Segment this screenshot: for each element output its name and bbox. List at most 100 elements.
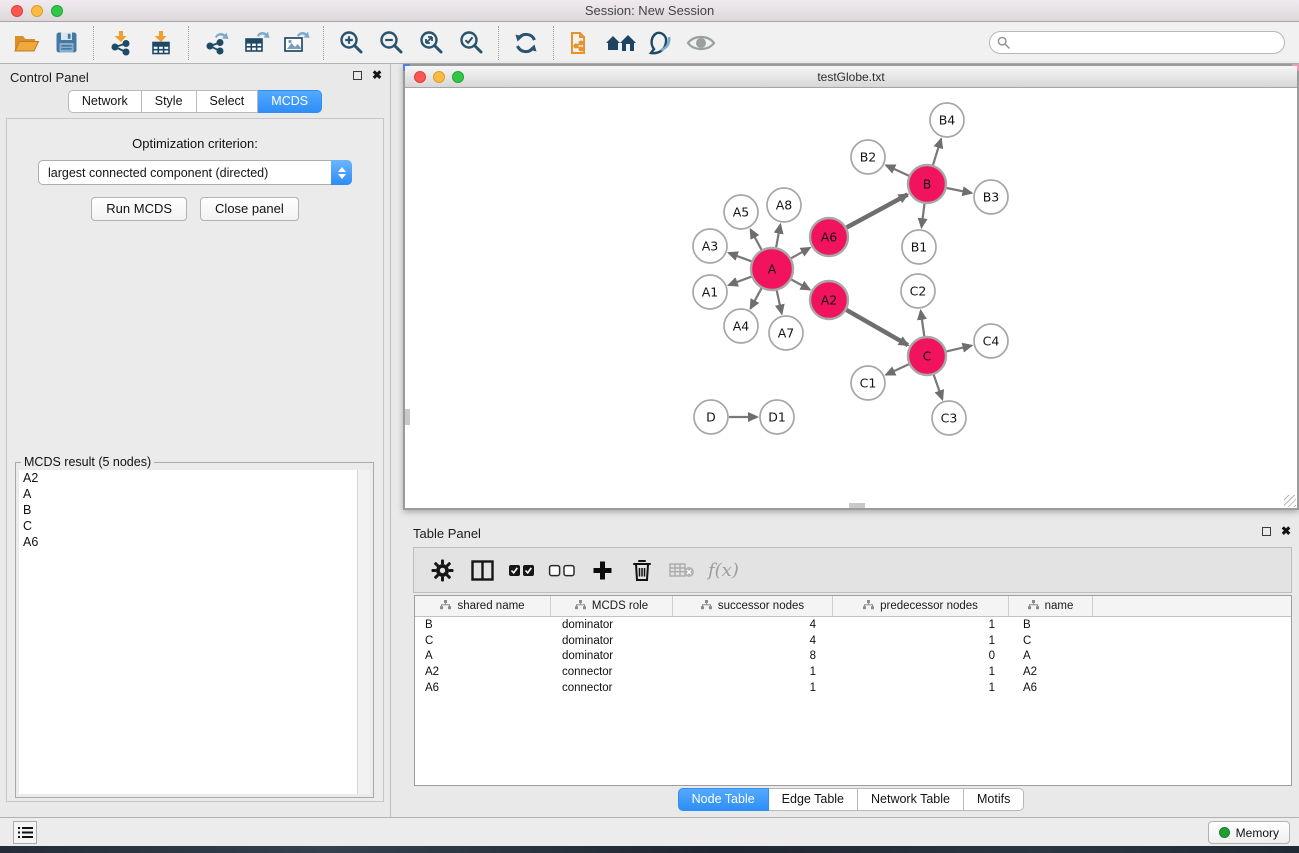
tab-network-table[interactable]: Network Table: [858, 788, 964, 811]
column-browser-icon[interactable]: [464, 553, 500, 587]
result-item[interactable]: A: [19, 486, 370, 502]
table-cell[interactable]: dominator: [551, 619, 673, 631]
edge-C-C3[interactable]: [934, 375, 943, 399]
table-cell[interactable]: B: [415, 619, 551, 631]
column-header-shared-name[interactable]: shared name: [415, 596, 551, 616]
table-row[interactable]: A2connector11A2: [415, 664, 1291, 680]
close-table-panel-icon[interactable]: ✖: [1281, 526, 1291, 537]
node-A1[interactable]: A1: [693, 275, 727, 309]
edge-A-A7[interactable]: [777, 291, 782, 314]
node-A5[interactable]: A5: [724, 195, 758, 229]
node-A6[interactable]: A6: [810, 218, 848, 256]
node-C[interactable]: C: [908, 337, 946, 375]
table-cell[interactable]: C: [1009, 635, 1093, 647]
home-ndex-icon[interactable]: [604, 26, 638, 60]
table-cell[interactable]: C: [415, 635, 551, 647]
node-C3[interactable]: C3: [932, 401, 966, 435]
edge-A2-C[interactable]: [846, 310, 908, 345]
edge-A-A5[interactable]: [751, 230, 762, 250]
tab-network[interactable]: Network: [68, 90, 142, 113]
table-cell[interactable]: connector: [551, 666, 673, 678]
node-D1[interactable]: D1: [760, 400, 794, 434]
table-cell[interactable]: B: [1009, 619, 1093, 631]
export-table-icon[interactable]: [239, 26, 273, 60]
table-cell[interactable]: 1: [833, 635, 1009, 647]
table-row[interactable]: Adominator80A: [415, 649, 1291, 665]
import-table-icon[interactable]: [144, 26, 178, 60]
add-column-icon[interactable]: [584, 553, 620, 587]
tab-mcds[interactable]: MCDS: [258, 90, 322, 113]
column-header-successor-nodes[interactable]: successor nodes: [673, 596, 833, 616]
node-C2[interactable]: C2: [901, 274, 935, 308]
table-cell[interactable]: 8: [673, 650, 833, 662]
close-panel-icon[interactable]: ✖: [372, 70, 382, 81]
table-cell[interactable]: 1: [673, 682, 833, 694]
tab-motifs[interactable]: Motifs: [964, 788, 1024, 811]
vertical-scrollbar[interactable]: [405, 409, 410, 425]
table-row[interactable]: Cdominator41C: [415, 633, 1291, 649]
float-panel-icon[interactable]: [353, 71, 362, 80]
edge-A-A8[interactable]: [776, 225, 780, 248]
edge-A-A2[interactable]: [791, 280, 809, 290]
network-document-icon[interactable]: [564, 26, 598, 60]
zoom-selected-icon[interactable]: [454, 26, 488, 60]
edge-A-A6[interactable]: [791, 248, 810, 258]
edge-C-C4[interactable]: [947, 346, 972, 352]
resize-grip[interactable]: [1284, 495, 1296, 507]
export-image-icon[interactable]: [279, 26, 313, 60]
optimization-criterion-dropdown[interactable]: largest connected component (directed): [38, 160, 352, 185]
result-item[interactable]: A6: [19, 534, 370, 550]
export-network-icon[interactable]: [199, 26, 233, 60]
node-A4[interactable]: A4: [724, 309, 758, 343]
refresh-layout-icon[interactable]: [509, 26, 543, 60]
table-cell[interactable]: 4: [673, 635, 833, 647]
node-A2[interactable]: A2: [810, 281, 848, 319]
select-all-icon[interactable]: [504, 553, 540, 587]
tab-node-table[interactable]: Node Table: [678, 788, 769, 811]
zoom-in-icon[interactable]: [334, 26, 368, 60]
zoom-out-icon[interactable]: [374, 26, 408, 60]
table-row[interactable]: A6connector11A6: [415, 680, 1291, 696]
table-cell[interactable]: A2: [415, 666, 551, 678]
column-header-MCDS-role[interactable]: MCDS role: [551, 596, 673, 616]
node-A7[interactable]: A7: [769, 316, 803, 350]
edge-A6-B[interactable]: [847, 195, 908, 228]
edge-A-A3[interactable]: [729, 253, 752, 261]
node-B4[interactable]: B4: [930, 103, 964, 137]
table-cell[interactable]: 1: [833, 666, 1009, 678]
tab-select[interactable]: Select: [197, 90, 259, 113]
result-scrollbar[interactable]: [357, 470, 370, 794]
run-mcds-button[interactable]: Run MCDS: [91, 197, 187, 221]
node-C4[interactable]: C4: [974, 324, 1008, 358]
network-canvas-area[interactable]: AA1A2A3A4A5A6A7A8BB1B2B3B4CC1C2C3C4DD1: [405, 88, 1297, 508]
table-cell[interactable]: A6: [1009, 682, 1093, 694]
table-row[interactable]: Bdominator41B: [415, 617, 1291, 633]
edge-A-A4[interactable]: [751, 288, 762, 308]
table-cell[interactable]: 4: [673, 619, 833, 631]
search-input[interactable]: [1010, 36, 1277, 50]
close-panel-button[interactable]: Close panel: [200, 197, 299, 221]
column-header-predecessor-nodes[interactable]: predecessor nodes: [833, 596, 1009, 616]
table-cell[interactable]: A2: [1009, 666, 1093, 678]
horizontal-scrollbar[interactable]: [849, 503, 865, 508]
node-B1[interactable]: B1: [902, 230, 936, 264]
edge-A-A1[interactable]: [729, 277, 752, 285]
node-A[interactable]: A: [751, 248, 793, 290]
edge-C-C1[interactable]: [886, 364, 909, 374]
table-cell[interactable]: 1: [833, 682, 1009, 694]
table-cell[interactable]: 1: [673, 666, 833, 678]
edge-B-B1[interactable]: [922, 204, 925, 227]
zoom-fit-icon[interactable]: [414, 26, 448, 60]
tab-style[interactable]: Style: [142, 90, 197, 113]
import-network-icon[interactable]: [104, 26, 138, 60]
vizmap-icon[interactable]: [644, 26, 678, 60]
table-cell[interactable]: connector: [551, 682, 673, 694]
deselect-all-icon[interactable]: [544, 553, 580, 587]
node-C1[interactable]: C1: [851, 366, 885, 400]
tab-edge-table[interactable]: Edge Table: [769, 788, 858, 811]
node-A8[interactable]: A8: [767, 188, 801, 222]
edge-B-B2[interactable]: [886, 165, 909, 175]
table-cell[interactable]: 1: [833, 619, 1009, 631]
gear-icon[interactable]: [424, 553, 460, 587]
node-D[interactable]: D: [694, 400, 728, 434]
